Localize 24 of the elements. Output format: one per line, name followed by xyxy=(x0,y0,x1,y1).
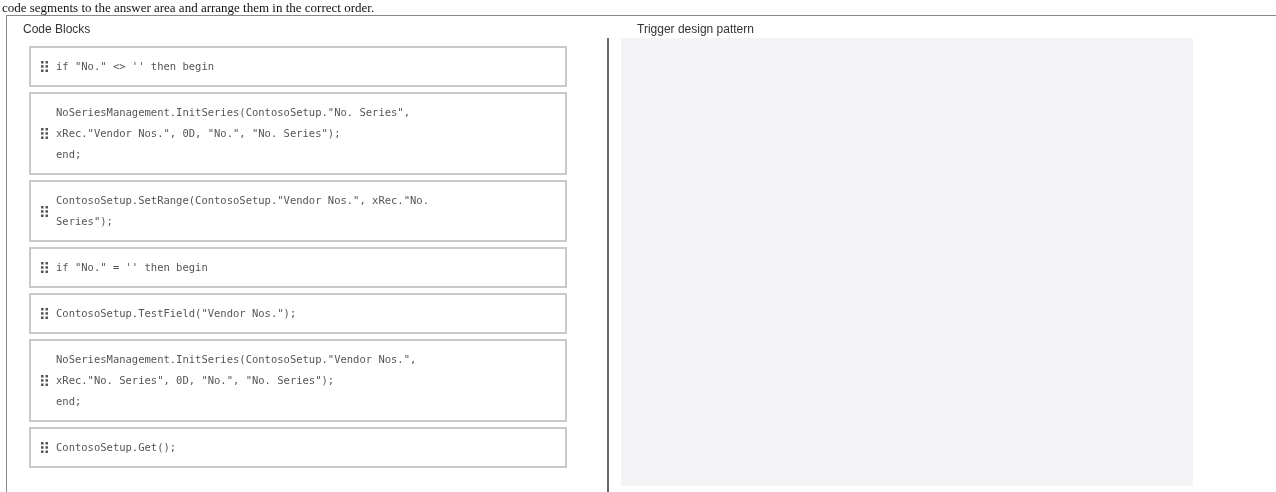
code-text: if "No." = '' then begin xyxy=(56,260,208,275)
code-block[interactable]: NoSeriesManagement.InitSeries(ContosoSetup."No. Series", xRec."Vendor Nos.", 0D, "No.", "No. Series"); end; xyxy=(29,92,567,175)
panel-title: Code Blocks xyxy=(23,22,91,36)
drag-handle-icon[interactable] xyxy=(41,205,48,217)
drag-handle-icon[interactable] xyxy=(41,61,48,72)
code-text: ContosoSetup.TestField("Vendor Nos."); xyxy=(56,306,297,321)
code-text: NoSeriesManagement.InitSeries(ContosoSetup."No. Series", xRec."Vendor Nos.", 0D, "No.", "No. Series"); end; xyxy=(56,105,410,162)
code-block[interactable]: if "No." <> '' then begin xyxy=(29,46,567,87)
drag-handle-icon[interactable] xyxy=(41,128,48,139)
drag-handle-icon[interactable] xyxy=(41,442,48,453)
drag-handle-icon[interactable] xyxy=(41,375,48,386)
code-block[interactable]: ContosoSetup.Get(); xyxy=(29,427,567,468)
panel-title: Trigger design pattern xyxy=(637,22,754,36)
code-text: NoSeriesManagement.InitSeries(ContosoSetup."Vendor Nos.", xRec."No. Series", 0D, "No.", "No. Series"); end; xyxy=(56,352,417,409)
instruction-text: code segments to the answer area and arrange them in the correct order. xyxy=(1,0,375,15)
code-text: ContosoSetup.SetRange(ContosoSetup."Vendor Nos.", xRec."No. Series"); xyxy=(56,193,429,229)
code-text: ContosoSetup.Get(); xyxy=(56,440,177,455)
code-text: if "No." <> '' then begin xyxy=(56,59,215,74)
code-block[interactable]: NoSeriesManagement.InitSeries(ContosoSetup."Vendor Nos.", xRec."No. Series", 0D, "No.", "No. Series"); end; xyxy=(29,339,567,422)
code-block[interactable]: ContosoSetup.TestField("Vendor Nos."); xyxy=(29,293,567,334)
code-block[interactable]: if "No." = '' then begin xyxy=(29,247,567,288)
code-block[interactable]: ContosoSetup.SetRange(ContosoSetup."Vendor Nos.", xRec."No. Series"); xyxy=(29,180,567,242)
drag-handle-icon[interactable] xyxy=(41,308,48,319)
drag-handle-icon[interactable] xyxy=(41,262,48,273)
